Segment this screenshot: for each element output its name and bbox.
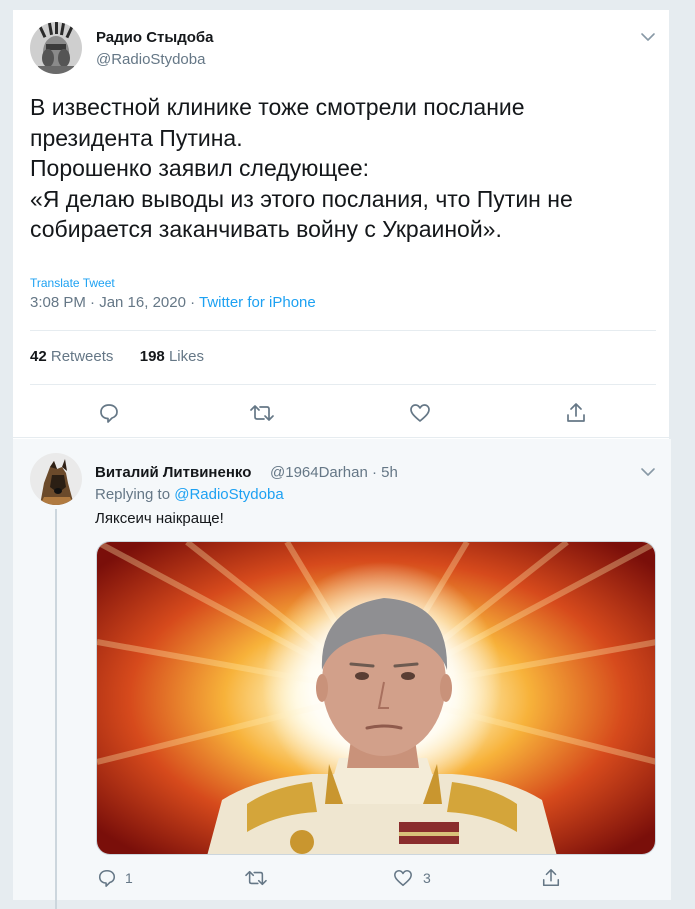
reply-tweet[interactable]: Виталий Литвиненко @1964Darhan · 5h Repl…: [13, 439, 671, 909]
tweet-source[interactable]: Twitter for iPhone: [199, 294, 316, 311]
reply-count: 1: [125, 870, 133, 886]
divider: [30, 384, 656, 385]
tweet-meta: 3:08 PM · Jan 16, 2020 · Twitter for iPh…: [30, 294, 316, 311]
tweet-thread: Радио Стыдоба @RadioStydoba В известной …: [12, 10, 671, 909]
like-icon[interactable]: [393, 868, 413, 888]
reply-text: Ляксеич наікраще!: [95, 510, 224, 527]
retweets-stat[interactable]: 42 Retweets: [30, 348, 113, 365]
chevron-down-icon[interactable]: [639, 28, 657, 46]
reply-author-name[interactable]: Виталий Литвиненко: [95, 464, 251, 481]
author-handle[interactable]: @RadioStydoba: [96, 51, 205, 68]
author-avatar[interactable]: [30, 22, 82, 74]
tweet-actions: [13, 398, 671, 428]
thread-line: [55, 509, 57, 909]
share-icon[interactable]: [565, 401, 587, 425]
reply-author-avatar[interactable]: [30, 453, 82, 505]
engagement-stats: 42 Retweets 198 Likes: [30, 348, 204, 365]
tweet-timestamp[interactable]: 3:08 PM · Jan 16, 2020 ·: [30, 294, 199, 311]
retweets-count: 42: [30, 348, 47, 365]
reply-media-image[interactable]: [96, 541, 656, 855]
likes-stat[interactable]: 198 Likes: [140, 348, 204, 365]
reply-icon[interactable]: [98, 402, 120, 424]
reply-icon[interactable]: [97, 868, 117, 888]
retweet-icon[interactable]: [249, 402, 275, 424]
main-tweet: Радио Стыдоба @RadioStydoba В известной …: [13, 10, 671, 438]
translate-tweet-link[interactable]: Translate Tweet: [30, 276, 115, 290]
reply-author-handle-time[interactable]: @1964Darhan · 5h: [270, 464, 398, 481]
likes-label: Likes: [168, 348, 204, 365]
author-name[interactable]: Радио Стыдоба: [96, 29, 214, 46]
likes-count: 198: [139, 348, 165, 365]
chevron-down-icon[interactable]: [639, 463, 657, 481]
tweet-text: В известной клинике тоже смотрели послан…: [30, 94, 573, 242]
retweets-label: Retweets: [50, 348, 114, 365]
replying-prefix: Replying to: [95, 486, 175, 503]
reply-actions: 1 3: [13, 867, 671, 891]
like-icon[interactable]: [409, 402, 431, 424]
retweet-icon[interactable]: [244, 868, 268, 888]
like-count: 3: [423, 870, 431, 886]
replying-to-handle[interactable]: @RadioStydoba: [174, 486, 283, 503]
divider: [30, 330, 656, 331]
share-icon[interactable]: [541, 867, 561, 889]
replying-to-line: Replying to @RadioStydoba: [95, 486, 284, 503]
